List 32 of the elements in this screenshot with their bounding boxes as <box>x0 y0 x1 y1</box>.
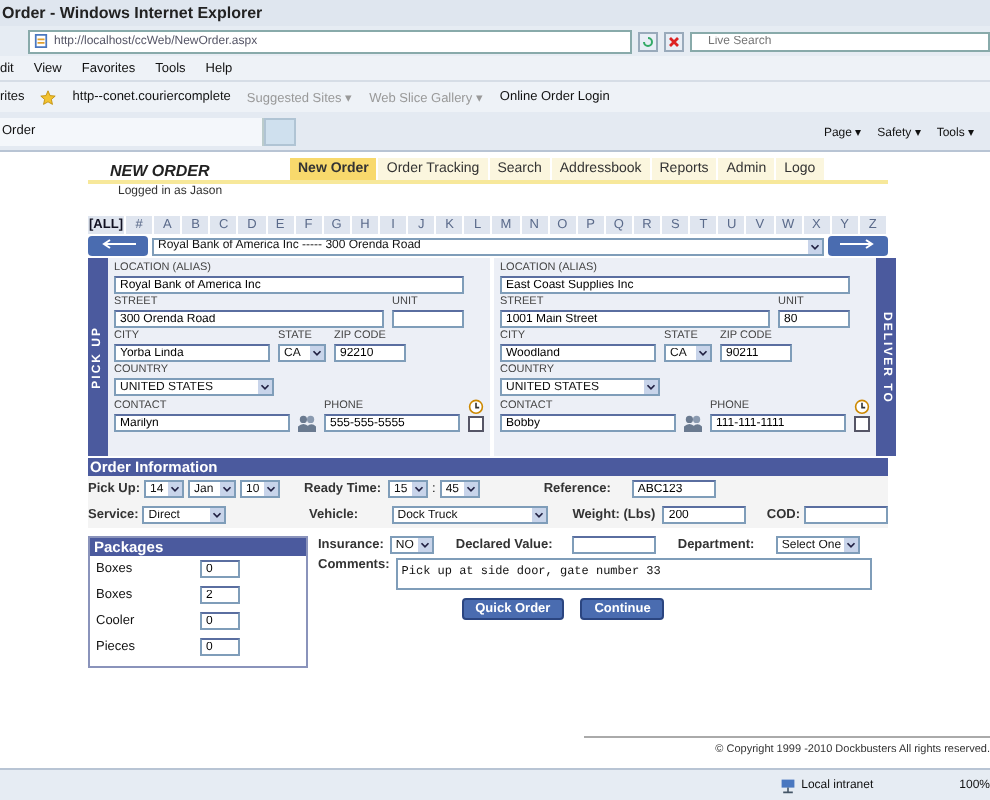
unit-field[interactable] <box>392 310 464 328</box>
left-arrow-button[interactable] <box>88 236 148 256</box>
page-icon <box>34 34 48 48</box>
dropdown-arrow-icon[interactable] <box>220 482 235 496</box>
dropdown-arrow-icon[interactable] <box>310 346 324 360</box>
stop-icon[interactable] <box>664 31 684 51</box>
dropdown-arrow-icon[interactable] <box>417 538 432 552</box>
dropdown-arrow-icon[interactable] <box>532 508 547 522</box>
dropdown-arrow-icon[interactable] <box>843 538 858 552</box>
clock-icon <box>854 398 870 414</box>
network-icon <box>779 777 796 793</box>
refresh-icon[interactable] <box>638 31 658 51</box>
declared-value-field[interactable] <box>571 536 656 554</box>
page-title: NEW ORDER <box>110 162 212 180</box>
window-title: Order - Windows Internet Explorer <box>0 0 990 26</box>
dropdown-arrow-icon[interactable] <box>808 239 822 253</box>
dropdown-arrow-icon[interactable] <box>412 482 427 496</box>
contacts-icon[interactable] <box>298 414 316 432</box>
right-arrow-button[interactable] <box>828 236 888 256</box>
cod-field[interactable] <box>803 506 888 524</box>
dropdown-arrow-icon[interactable] <box>463 482 478 496</box>
dropdown-arrow-icon[interactable] <box>264 482 279 496</box>
dropdown-arrow-icon[interactable] <box>209 508 224 522</box>
dropdown-arrow-icon[interactable] <box>696 346 710 360</box>
clock-icon <box>468 398 484 414</box>
contacts-icon[interactable] <box>684 414 702 432</box>
star-icon[interactable] <box>40 89 57 105</box>
checkbox[interactable] <box>468 416 484 432</box>
dropdown-arrow-icon[interactable] <box>258 380 272 394</box>
checkbox[interactable] <box>854 416 870 432</box>
dropdown-arrow-icon[interactable] <box>644 380 658 394</box>
dropdown-arrow-icon[interactable] <box>168 482 183 496</box>
